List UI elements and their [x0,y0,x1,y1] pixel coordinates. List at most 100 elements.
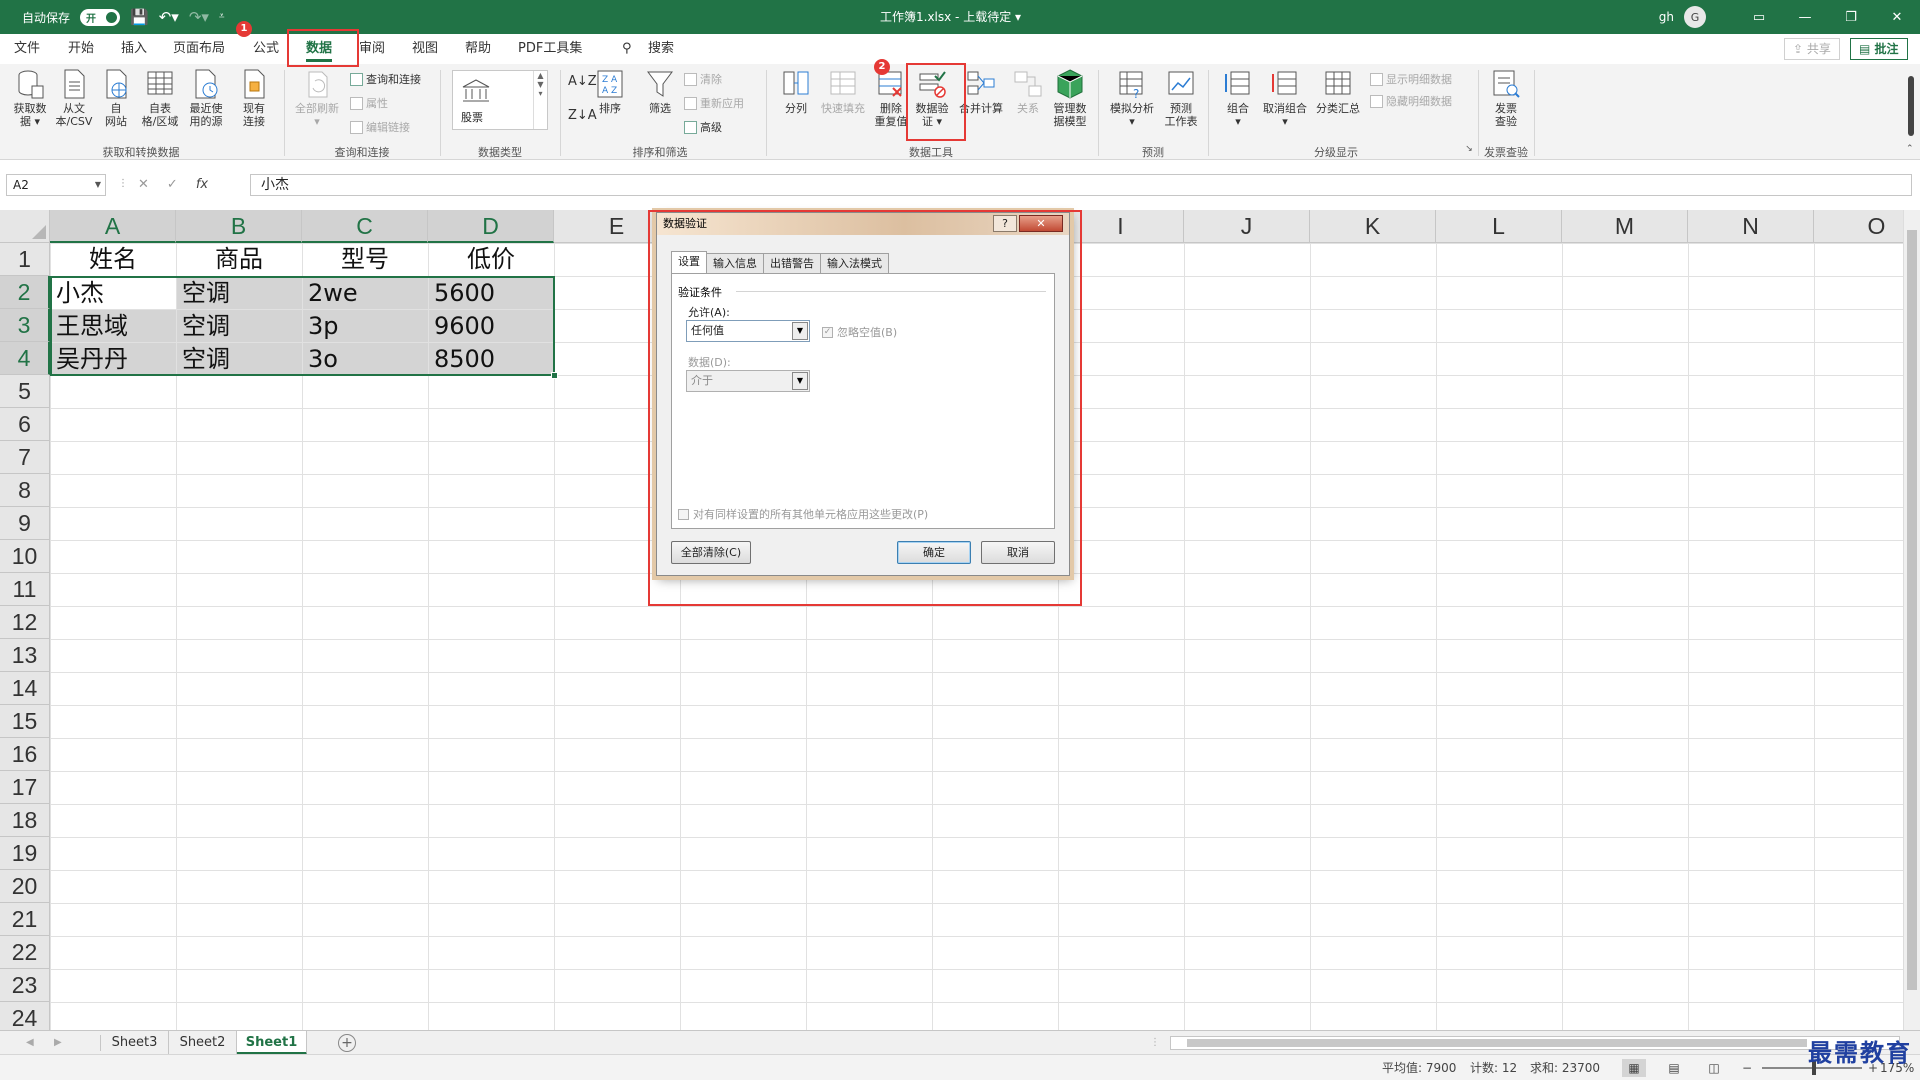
cell-a1[interactable]: 姓名 [50,243,176,276]
row-header-14[interactable]: 14 [0,672,50,705]
fill-handle[interactable] [551,372,558,379]
zoom-out-icon[interactable]: − [1742,1055,1752,1080]
column-header-b[interactable]: B [176,210,302,243]
from-text-csv-button[interactable]: 从文 本/CSV [52,68,96,128]
cell-d3[interactable]: 9600 [429,310,554,342]
insert-function-icon[interactable]: fx [196,174,208,196]
clear-filter-button[interactable]: 清除 [684,70,722,88]
avatar[interactable]: G [1684,6,1706,28]
column-header-m[interactable]: M [1562,210,1688,243]
data-type-gallery[interactable]: 股票 ▲ ▼ ▾ [452,70,548,130]
redo-icon[interactable]: ↷▾ [189,0,209,34]
tab-ime-mode[interactable]: 输入法模式 [820,253,889,273]
cell-c3[interactable]: 3p [303,310,428,342]
status-count[interactable]: 计数: 12 [1470,1055,1517,1080]
row-header-3[interactable]: 3 [0,309,50,342]
add-sheet-icon[interactable]: + [338,1034,356,1052]
column-header-k[interactable]: K [1310,210,1436,243]
sheet-tab-sheet3[interactable]: Sheet3 [101,1031,169,1055]
column-header-l[interactable]: L [1436,210,1562,243]
tab-input-message[interactable]: 输入信息 [706,253,764,273]
row-header-24[interactable]: 24 [0,1002,50,1030]
get-data-button[interactable]: 获取数据 ▾ [8,68,52,128]
column-header-d[interactable]: D [428,210,554,243]
close-icon[interactable]: ✕ [1019,215,1063,232]
tab-page-layout[interactable]: 页面布局 [173,34,225,64]
select-all-corner[interactable] [0,210,50,243]
row-header-18[interactable]: 18 [0,804,50,837]
manage-data-model-button[interactable]: 管理数 据模型 [1048,68,1092,128]
show-detail-button[interactable]: 显示明细数据 [1370,70,1452,88]
row-header-9[interactable]: 9 [0,507,50,540]
row-header-21[interactable]: 21 [0,903,50,936]
column-header-c[interactable]: C [302,210,428,243]
invoice-check-button[interactable]: 发票 查验 [1486,68,1526,128]
cell-c4[interactable]: 3o [303,343,428,375]
group-button[interactable]: 组合 ▾ [1218,68,1258,128]
collapse-ribbon-icon[interactable]: ⌃ [1906,144,1914,154]
row-header-11[interactable]: 11 [0,573,50,606]
column-header-a[interactable]: A [50,210,176,243]
consolidate-button[interactable]: 合并计算 [956,68,1006,115]
what-if-analysis-button[interactable]: ? 模拟分析 ▾ [1106,68,1158,128]
formula-input[interactable]: 小杰 [250,174,1912,196]
tab-help[interactable]: 帮助 [465,34,491,64]
status-sum[interactable]: 求和: 23700 [1530,1055,1600,1080]
horizontal-scroll-thumb[interactable] [1187,1039,1807,1047]
subtotal-button[interactable]: 分类汇总 [1312,68,1364,115]
row-header-15[interactable]: 15 [0,705,50,738]
cell-b4[interactable]: 空调 [177,343,302,375]
tab-error-alert[interactable]: 出错警告 [763,253,821,273]
data-validation-button[interactable]: 数据验证 ▾ [912,68,952,128]
chevron-down-icon[interactable]: ▼ [95,175,101,195]
edit-links-button[interactable]: 编辑链接 [350,118,410,136]
row-header-20[interactable]: 20 [0,870,50,903]
normal-view-icon[interactable]: ▦ [1622,1059,1646,1077]
cell-c1[interactable]: 型号 [302,243,428,276]
cell-d2[interactable]: 5600 [429,277,554,309]
ribbon-scroll[interactable]: ⌃ [1906,68,1916,154]
tab-formulas[interactable]: 公式 [253,34,279,64]
page-break-view-icon[interactable]: ◫ [1702,1059,1726,1077]
cell-d1[interactable]: 低价 [428,243,554,276]
ungroup-button[interactable]: 取消组合 ▾ [1260,68,1310,128]
filter-button[interactable]: 筛选 [642,68,678,115]
cell-a4[interactable]: 吴丹丹 [51,343,176,375]
refresh-all-button[interactable]: 全部刷新 ▾ [292,68,342,128]
row-header-6[interactable]: 6 [0,408,50,441]
autosave-toggle[interactable]: 开 [80,8,121,26]
queries-connections-button[interactable]: 查询和连接 [350,70,421,88]
data-select[interactable]: 介于 ▼ [686,370,810,392]
text-to-columns-button[interactable]: 分列 [776,68,816,115]
sheet-next-icon[interactable]: ▶ [54,1031,62,1055]
cell-b1[interactable]: 商品 [176,243,302,276]
from-table-range-button[interactable]: 自表 格/区域 [137,68,183,128]
relationships-button[interactable]: 关系 [1010,68,1046,115]
row-header-1[interactable]: 1 [0,243,50,276]
cell-b2[interactable]: 空调 [177,277,302,309]
row-header-2[interactable]: 2 [0,276,50,309]
tab-settings[interactable]: 设置 [671,251,707,273]
column-header-i[interactable]: I [1058,210,1184,243]
search-box[interactable]: 搜索 [648,34,674,64]
gallery-scroll[interactable]: ▲ ▼ ▾ [533,71,547,129]
from-web-button[interactable]: 自网站 [96,68,136,128]
tab-split-handle[interactable]: ⋮ [1150,1031,1160,1055]
comments-button[interactable]: ▤ 批注 [1850,38,1908,60]
close-icon[interactable]: ✕ [1874,0,1920,34]
apply-all-checkbox[interactable]: 对有同样设置的所有其他单元格应用这些更改(P) [678,506,928,522]
tab-pdf-tools[interactable]: PDF工具集 [518,34,582,64]
row-header-7[interactable]: 7 [0,441,50,474]
row-header-23[interactable]: 23 [0,969,50,1002]
search-icon[interactable]: ⚲ [622,34,632,64]
forecast-sheet-button[interactable]: 预测 工作表 [1160,68,1202,128]
undo-icon[interactable]: ↶▾ [159,0,179,34]
row-header-13[interactable]: 13 [0,639,50,672]
name-box[interactable]: A2 ▼ [6,174,106,196]
row-header-5[interactable]: 5 [0,375,50,408]
customize-icon[interactable]: ⩡ [219,0,225,34]
column-header-n[interactable]: N [1688,210,1814,243]
reapply-button[interactable]: 重新应用 [684,94,744,112]
cell-c2[interactable]: 2we [303,277,428,309]
remove-duplicates-button[interactable]: 删除 重复值 [872,68,910,128]
